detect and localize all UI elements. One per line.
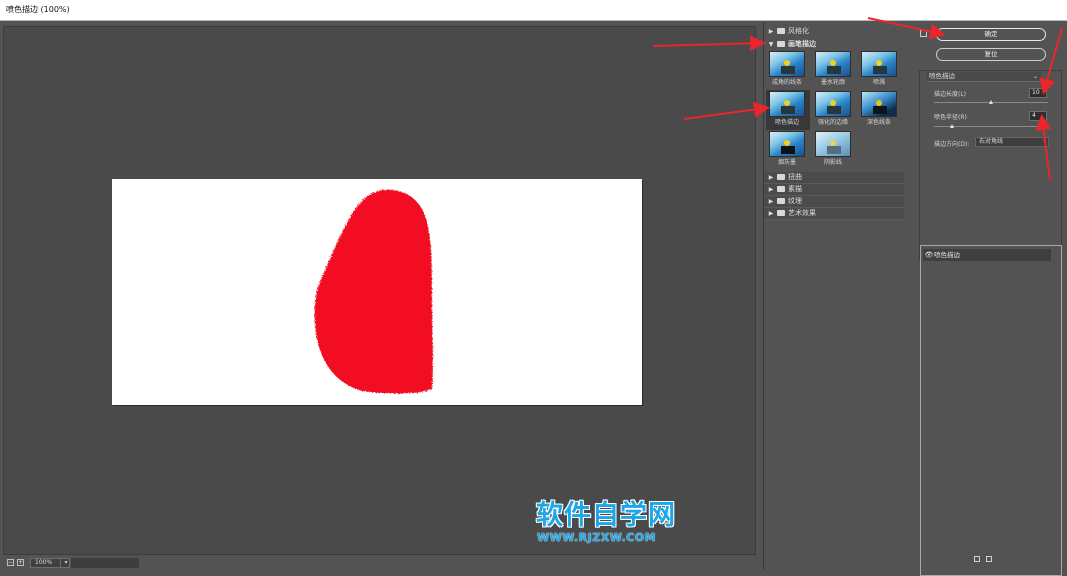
folder-icon	[777, 28, 785, 34]
filter-label: 阴影线	[823, 159, 842, 166]
folder-label: 艺术效果	[788, 209, 816, 217]
delete-effect-layer-icon[interactable]	[986, 556, 992, 562]
expand-arrow-icon: ▶	[768, 174, 774, 181]
effect-layers-box: 👁喷色描边	[920, 245, 1062, 576]
spray-radius-input[interactable]: 4	[1029, 111, 1047, 121]
folder-label: 素描	[788, 185, 802, 193]
chevron-down-icon: ▾	[1043, 139, 1046, 145]
expand-arrow-icon: ▶	[768, 198, 774, 205]
folder-brush-strokes[interactable]: ▼ 画笔描边	[764, 39, 904, 50]
new-effect-layer-icon[interactable]	[974, 556, 980, 562]
reset-button[interactable]: 复位	[936, 48, 1046, 61]
folder-open-icon	[777, 41, 785, 47]
stroke-direction-value: 右对角线	[979, 138, 1004, 145]
filter-label: 强化的边缘	[817, 119, 848, 126]
stroke-length-label: 描边长度(L)	[934, 91, 967, 98]
stroke-direction-label: 描边方向(D):	[934, 141, 970, 148]
zoom-bar-spacer	[71, 558, 139, 568]
spray-radius-label: 喷色半径(R)	[934, 114, 967, 121]
collapse-gallery-icon[interactable]	[920, 30, 927, 37]
folder-sketch[interactable]: ▶ 素描	[764, 184, 904, 196]
window-title: 喷色描边 (100%)	[0, 0, 1067, 21]
filter-label: 成角的线条	[771, 79, 802, 86]
expand-arrow-icon: ▶	[768, 186, 774, 193]
folder-icon	[777, 210, 785, 216]
expand-arrow-icon: ▶	[768, 210, 774, 217]
chevron-down-icon: ⌄	[1032, 73, 1038, 80]
filter-select[interactable]: 喷色描边 ⌄	[926, 72, 1041, 82]
filter-select-value: 喷色描边	[929, 72, 955, 80]
folder-artistic[interactable]: ▶ 艺术效果	[764, 208, 904, 220]
filter-thumb-spatter[interactable]	[861, 51, 897, 77]
ok-button[interactable]: 确定	[936, 28, 1046, 41]
folder-icon	[777, 186, 785, 192]
filter-label: 烟灰墨	[777, 159, 796, 166]
folder-icon	[777, 198, 785, 204]
folder-stylize[interactable]: ▶ 风格化	[764, 26, 904, 37]
stroke-length-slider-thumb[interactable]	[988, 100, 993, 104]
folder-distort[interactable]: ▶ 扭曲	[764, 172, 904, 184]
folder-label: 风格化	[788, 27, 809, 35]
folder-label: 画笔描边	[788, 40, 816, 48]
filter-label: 深色线条	[866, 119, 891, 126]
filter-thumb-sumi-e[interactable]	[769, 131, 805, 157]
stroke-direction-select[interactable]: 右对角线 ▾	[975, 137, 1049, 147]
filter-thumb-accented-edges[interactable]	[815, 91, 851, 117]
filter-label: 墨水轮廓	[820, 79, 845, 86]
watermark-brand: 软件自学网	[536, 500, 676, 531]
stroke-length-input[interactable]: 10	[1029, 88, 1047, 98]
settings-panel: 确定 复位 喷色描边 ⌄ 描边长度(L) 10 喷色半径(R) 4 描边方向(D…	[914, 22, 1067, 576]
red-shape	[314, 189, 433, 394]
layer-footer	[974, 556, 998, 564]
zoom-out-button[interactable]: −	[7, 559, 14, 566]
folder-texture[interactable]: ▶ 纹理	[764, 196, 904, 208]
filter-settings-box	[919, 70, 1062, 260]
filter-thumb-dark-strokes[interactable]	[861, 91, 897, 117]
filter-thumb-ink-outlines[interactable]	[815, 51, 851, 77]
eye-icon[interactable]: 👁	[924, 249, 934, 261]
chevron-down-icon[interactable]: ▾	[60, 558, 71, 568]
zoom-in-button[interactable]: +	[17, 559, 24, 566]
folder-label: 扭曲	[788, 173, 802, 181]
filter-thumb-crosshatch[interactable]	[815, 131, 851, 157]
zoom-bar: − + 100% ▾	[3, 557, 756, 570]
effect-layer-row[interactable]: 👁喷色描边	[923, 249, 1051, 261]
filter-thumb-sprayed-strokes[interactable]	[769, 91, 805, 117]
spray-radius-slider-thumb[interactable]	[949, 124, 954, 128]
folder-label: 纹理	[788, 197, 802, 205]
folder-icon	[777, 174, 785, 180]
filter-label: 喷色描边	[774, 119, 799, 126]
effect-layer-label: 喷色描边	[934, 251, 960, 259]
collapse-arrow-icon: ▼	[768, 41, 774, 48]
expand-arrow-icon: ▶	[768, 28, 774, 35]
filter-thumb-angled-strokes[interactable]	[769, 51, 805, 77]
watermark-url: WWW.RJZXW.COM	[537, 531, 656, 544]
filter-label: 喷溅	[872, 79, 885, 86]
preview-canvas	[112, 179, 642, 405]
